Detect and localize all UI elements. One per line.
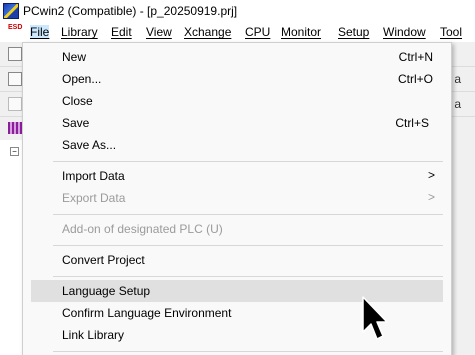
submenu-arrow-icon: > [427, 190, 435, 204]
menu-item-save-as[interactable]: Save As... [31, 134, 443, 156]
menu-item-label: Export Data [62, 191, 126, 205]
menu-item-shortcut: Ctrl+N [398, 50, 433, 64]
menu-item-convert-project[interactable]: Convert Project [31, 249, 443, 271]
app-icon[interactable] [3, 3, 19, 19]
window-title: PCwin2 (Compatible) - [p_20250919.prj] [23, 4, 238, 18]
menu-item-shortcut: Ctrl+S [395, 116, 429, 130]
system-menu-icon[interactable]: ESD [8, 24, 24, 40]
menu-item-import-data[interactable]: Import Data > [31, 165, 443, 187]
menu-separator [53, 351, 443, 352]
menu-item-label: Confirm Language Environment [62, 306, 232, 320]
menu-view[interactable]: View [146, 25, 172, 39]
menu-setup[interactable]: Setup [338, 25, 369, 39]
menu-item-label: Save [62, 116, 90, 130]
menu-item-label: Link Library [62, 328, 125, 342]
system-icon-text: ESD [8, 24, 23, 31]
menu-item-label: New [62, 50, 87, 64]
menu-item-addon-plc: Add-on of designated PLC (U) [31, 218, 443, 240]
toolbar-right-text-2: a [454, 97, 461, 111]
toolbar-right-text: a [454, 72, 461, 86]
submenu-arrow-icon: > [427, 168, 435, 182]
new-file-icon[interactable] [8, 47, 22, 61]
menu-item-label: Convert Project [62, 253, 145, 267]
menu-file[interactable]: File [30, 25, 50, 39]
menu-bar: ESD File Library Edit View Xchange CPU M… [0, 22, 475, 42]
menu-library[interactable]: Library [61, 25, 98, 39]
pointer-tool-icon[interactable] [8, 97, 22, 111]
menu-separator [53, 276, 443, 277]
menu-item-close[interactable]: Close [31, 90, 443, 112]
title-bar: PCwin2 (Compatible) - [p_20250919.prj] [0, 0, 475, 22]
menu-item-label: Language Setup [62, 284, 151, 298]
menu-item-export-data: Export Data > [31, 187, 443, 209]
menu-separator [53, 161, 443, 162]
menu-item-save[interactable]: Save Ctrl+S [31, 112, 443, 134]
menu-monitor[interactable]: Monitor [281, 25, 321, 39]
menu-item-open[interactable]: Open... Ctrl+O [31, 68, 443, 90]
menu-item-label: Import Data [62, 169, 125, 183]
menu-window[interactable]: Window [383, 25, 426, 39]
menu-item-shortcut: Ctrl+O [397, 72, 433, 86]
menu-item-label: Add-on of designated PLC (U) [62, 222, 223, 236]
menu-tool[interactable]: Tool [440, 25, 462, 39]
toolbar-icon[interactable] [8, 72, 22, 86]
menu-item-new[interactable]: New Ctrl+N [31, 46, 443, 68]
menu-item-label: Save As... [62, 138, 117, 152]
mouse-cursor-icon [362, 296, 388, 340]
menu-item-label: Open... [62, 72, 102, 86]
menu-cpu[interactable]: CPU [245, 25, 270, 39]
menu-separator [53, 214, 443, 215]
tree-expand-icon[interactable]: − [10, 147, 19, 156]
menu-xchange[interactable]: Xchange [184, 25, 231, 39]
menu-separator [53, 245, 443, 246]
menu-item-label: Close [62, 94, 93, 108]
menu-edit[interactable]: Edit [111, 25, 132, 39]
